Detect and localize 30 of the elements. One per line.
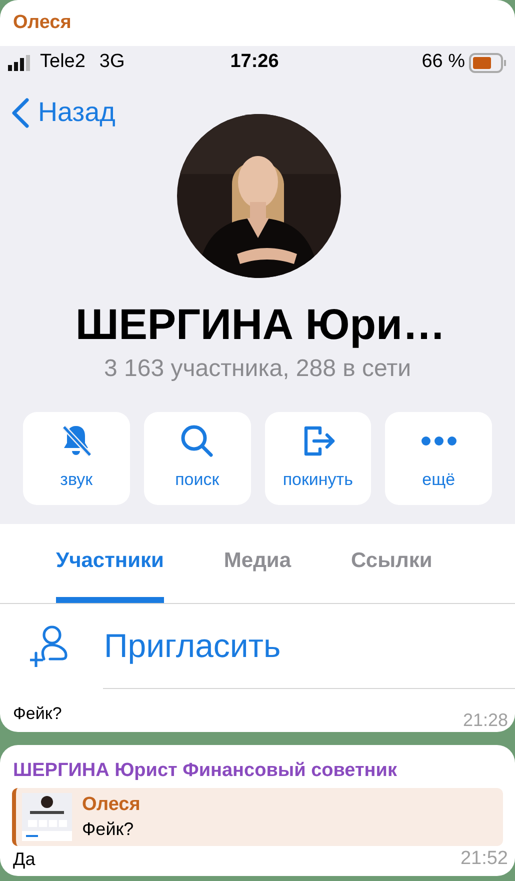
action-button[interactable]: поиск: [144, 412, 250, 504]
tab[interactable]: Ссылки: [351, 545, 432, 602]
action-button[interactable]: покинуть: [264, 412, 372, 504]
add-person-icon: [30, 624, 70, 666]
group-subtitle: 3 163 участника, 288 в сети: [102, 354, 412, 384]
battery-percent: 66 %: [422, 50, 465, 74]
back-button[interactable]: Назад: [10, 92, 116, 133]
action-button[interactable]: звук: [23, 412, 130, 504]
network-type: 3G: [99, 50, 125, 74]
search-icon: [180, 424, 214, 458]
sender-name: Олеся: [12, 11, 72, 35]
quoted-sender: Олеся: [82, 792, 140, 816]
sender-name: ШЕРГИНА Юрист Финансовый советник: [12, 759, 398, 783]
tab[interactable]: Участники: [56, 545, 164, 602]
message-time: 21:52: [460, 848, 508, 870]
more-icon: [420, 436, 457, 446]
carrier-name: Tele2: [40, 50, 86, 74]
tab[interactable]: Медиа: [224, 545, 292, 602]
action-button[interactable]: ещё: [385, 412, 492, 504]
clock-time: 17:26: [229, 50, 280, 74]
message-text: Фейк?: [13, 702, 62, 724]
chevron-left-icon: [10, 96, 30, 128]
quoted-text: Фейк?: [82, 818, 135, 840]
battery-icon: [469, 52, 507, 72]
reply-quote[interactable]: Олеся Фейк?: [12, 788, 503, 846]
muted-bell-icon: [61, 424, 92, 458]
invite-button[interactable]: Пригласить: [104, 620, 281, 670]
message-text: Да: [13, 848, 36, 870]
group-title: ШЕРГИНА Юри…: [74, 300, 446, 350]
message-time: 21:28: [462, 709, 508, 732]
